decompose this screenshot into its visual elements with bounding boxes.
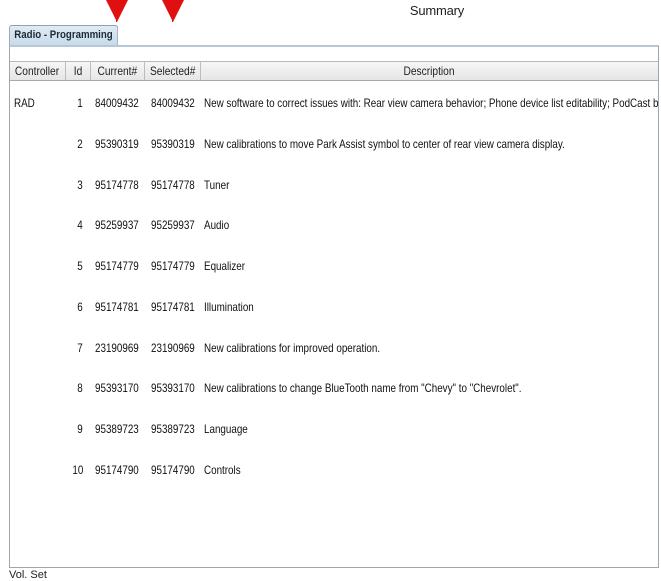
tab-radio-programming[interactable]: Radio - Programming	[9, 25, 118, 45]
table-row[interactable]: 9 95389723 95389723 Language	[10, 419, 658, 439]
header-description[interactable]: Description	[201, 62, 658, 80]
cell-selected: 95174778	[151, 178, 195, 192]
cell-selected: 95259937	[151, 218, 195, 232]
table-row[interactable]: 8 95393170 95393170 New calibrations to …	[10, 378, 658, 398]
cell-controller	[14, 338, 64, 358]
header-id-label: Id	[73, 64, 83, 78]
cell-id: 9	[77, 422, 83, 436]
cell-selected: 23190969	[151, 341, 195, 355]
cell-controller	[14, 297, 64, 317]
cell-description: Language	[204, 422, 248, 436]
cell-id: 2	[77, 137, 83, 151]
cell-description: New calibrations to change BlueTooth nam…	[204, 381, 522, 395]
cell-selected: 84009432	[151, 96, 195, 110]
cell-controller	[14, 215, 64, 235]
cell-description: New calibrations to move Park Assist sym…	[204, 137, 565, 151]
cell-description: Tuner	[204, 178, 230, 192]
header-current-label: Current#	[97, 64, 138, 78]
cell-id: 7	[77, 341, 83, 355]
cell-selected: 95390319	[151, 137, 195, 151]
cell-current: 95259937	[95, 218, 139, 232]
table-header: Controller Id Current# Selected# Descrip…	[10, 61, 658, 81]
cell-current: 23190969	[95, 341, 139, 355]
table-row[interactable]: 10 95174790 95174790 Controls	[10, 460, 658, 480]
header-selected-label: Selected#	[149, 64, 196, 78]
cell-description: New calibrations for improved operation.	[204, 341, 381, 355]
header-controller-label: Controller	[15, 64, 60, 78]
header-selected[interactable]: Selected#	[145, 62, 201, 80]
table-row[interactable]: 7 23190969 23190969 New calibrations for…	[10, 338, 658, 358]
cell-description: New software to correct issues with: Rea…	[204, 96, 658, 110]
table-row[interactable]: 5 95174779 95174779 Equalizer	[10, 256, 658, 276]
cell-controller	[14, 378, 64, 398]
cell-selected: 95393170	[151, 381, 195, 395]
cell-selected: 95389723	[151, 422, 195, 436]
table-row[interactable]: 2 95390319 95390319 New calibrations to …	[10, 134, 658, 154]
cell-current: 95389723	[95, 422, 139, 436]
footer-label: Vol. Set	[9, 569, 47, 581]
cell-current: 95174790	[95, 463, 139, 477]
cell-controller	[14, 419, 64, 439]
header-controller[interactable]: Controller	[10, 62, 66, 80]
cell-controller	[14, 256, 64, 276]
programming-table: Controller Id Current# Selected# Descrip…	[9, 45, 659, 568]
cell-controller	[14, 175, 64, 195]
cell-controller	[14, 460, 64, 480]
cell-id: 5	[77, 259, 83, 273]
header-description-label: Description	[403, 64, 456, 78]
cell-id: 3	[77, 178, 83, 192]
cell-id: 10	[72, 463, 83, 477]
tab-strip: Radio - Programming	[0, 22, 661, 46]
annotation-arrow-current	[106, 0, 128, 22]
annotation-arrow-selected	[162, 0, 184, 22]
cell-current: 95174778	[95, 178, 139, 192]
cell-current: 95174781	[95, 300, 139, 314]
header-current[interactable]: Current#	[91, 62, 145, 80]
cell-controller	[14, 134, 64, 154]
summary-title: Summary	[409, 3, 465, 18]
cell-id: 1	[77, 96, 83, 110]
cell-selected: 95174779	[151, 259, 195, 273]
cell-current: 95174779	[95, 259, 139, 273]
cell-current: 84009432	[95, 96, 139, 110]
cell-id: 8	[77, 381, 83, 395]
cell-selected: 95174790	[151, 463, 195, 477]
table-row[interactable]: 4 95259937 95259937 Audio	[10, 215, 658, 235]
cell-description: Controls	[204, 463, 241, 477]
cell-selected: 95174781	[151, 300, 195, 314]
cell-id: 6	[77, 300, 83, 314]
table-row[interactable]: RAD 1 84009432 84009432 New software to …	[10, 93, 658, 113]
cell-description: Illumination	[204, 300, 254, 314]
cell-current: 95393170	[95, 381, 139, 395]
header-id[interactable]: Id	[66, 62, 91, 80]
cell-description: Equalizer	[204, 259, 246, 273]
cell-description: Audio	[204, 218, 230, 232]
cell-current: 95390319	[95, 137, 139, 151]
cell-id: 4	[77, 218, 83, 232]
table-row[interactable]: 6 95174781 95174781 Illumination	[10, 297, 658, 317]
table-row[interactable]: 3 95174778 95174778 Tuner	[10, 175, 658, 195]
cell-controller: RAD	[14, 96, 35, 110]
